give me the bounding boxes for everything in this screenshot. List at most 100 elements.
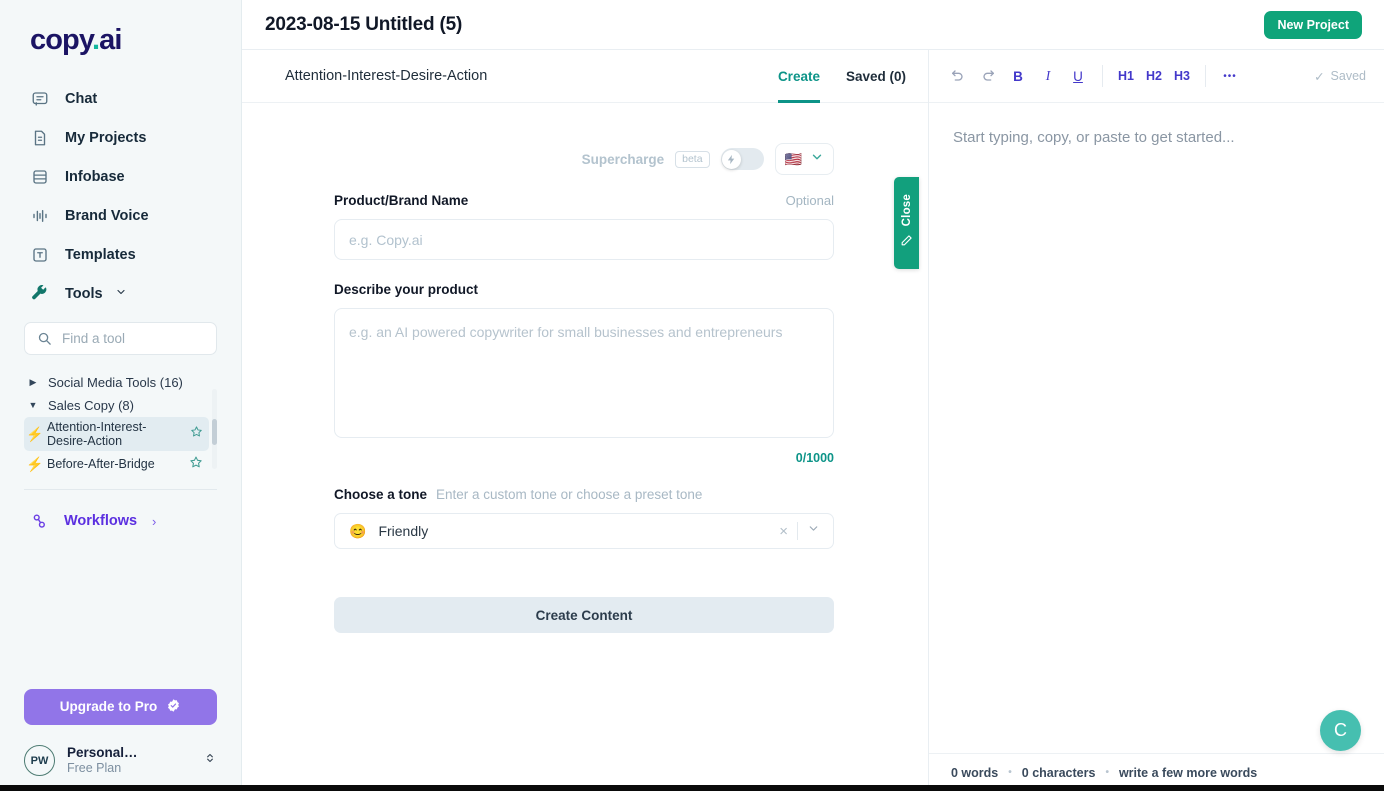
database-icon <box>30 167 49 186</box>
workflow-nodes-icon <box>30 512 49 531</box>
editor-panel: B I U H1 H2 H3 ••• ✓ Saved Start typing,… <box>929 49 1384 791</box>
tool-tree-scrollbar[interactable] <box>212 389 217 469</box>
chevron-right-icon: ▶ <box>29 377 37 387</box>
describe-product-textarea[interactable] <box>334 308 834 438</box>
logo[interactable]: copy.ai <box>0 0 241 75</box>
product-brand-name-input[interactable] <box>334 219 834 260</box>
sidebar-item-infobase[interactable]: Infobase <box>0 157 241 196</box>
upgrade-label: Upgrade to Pro <box>59 699 158 714</box>
sidebar-footer: Upgrade to Pro PW Personal… Free Plan <box>0 688 241 791</box>
sidebar-item-label: Infobase <box>65 168 125 185</box>
profile-name: Personal… <box>67 744 138 760</box>
heading-3-icon[interactable]: H3 <box>1168 61 1196 91</box>
sidebar-item-label: Chat <box>65 90 98 107</box>
main-area: 2023-08-15 Untitled (5) New Project Atte… <box>242 0 1384 791</box>
tool-form-panel: Attention-Interest-Desire-Action Create … <box>242 49 929 791</box>
sidebar-item-label: My Projects <box>65 129 147 146</box>
sidebar-item-label: Brand Voice <box>65 207 149 224</box>
close-panel-tab[interactable]: Close <box>894 177 919 269</box>
pencil-icon <box>900 234 913 252</box>
sidebar-divider <box>24 489 217 490</box>
tree-group-social-media-tools[interactable]: ▶ Social Media Tools (16) <box>24 371 209 394</box>
copy-ai-assistant-button[interactable]: C <box>1320 710 1361 751</box>
form-tabs: Create Saved (0) <box>777 50 906 103</box>
verified-badge-icon <box>166 698 181 716</box>
tool-search[interactable] <box>24 322 217 355</box>
workflows-label: Workflows <box>64 513 138 529</box>
tree-group-label: Sales Copy (8) <box>48 398 134 413</box>
app-root: copy.ai Chat My Projects Infobase Brand … <box>0 0 1384 791</box>
beta-badge: beta <box>675 150 710 168</box>
character-count: 0 characters <box>1021 765 1096 780</box>
tone-hint: Enter a custom tone or choose a preset t… <box>436 487 703 502</box>
heading-1-icon[interactable]: H1 <box>1112 61 1140 91</box>
tool-tree: ▶ Social Media Tools (16) ▼ Sales Copy (… <box>24 371 217 477</box>
lightning-bolt-icon <box>722 149 742 169</box>
sidebar: copy.ai Chat My Projects Infobase Brand … <box>0 0 242 791</box>
us-flag-icon: 🇺🇸 <box>784 151 802 167</box>
tab-create[interactable]: Create <box>777 50 820 103</box>
chat-bubble-icon <box>30 89 49 108</box>
upgrade-to-pro-button[interactable]: Upgrade to Pro <box>24 688 217 725</box>
bold-icon[interactable]: B <box>1003 61 1033 91</box>
sidebar-item-workflows[interactable]: Workflows › <box>0 500 241 542</box>
field-choose-a-tone: Choose a tone Enter a custom tone or cho… <box>334 487 834 549</box>
heading-2-icon[interactable]: H2 <box>1140 61 1168 91</box>
search-icon <box>37 329 52 348</box>
supercharge-toggle[interactable] <box>720 148 764 170</box>
field-optional-tag: Optional <box>785 193 834 208</box>
sidebar-item-label: Templates <box>65 246 136 263</box>
writing-hint: write a few more words <box>1118 765 1258 780</box>
field-label: Describe your product <box>334 282 479 297</box>
redo-icon[interactable] <box>973 61 1003 91</box>
sidebar-item-my-projects[interactable]: My Projects <box>0 118 241 157</box>
italic-icon[interactable]: I <box>1033 61 1063 91</box>
saved-label: Saved <box>1330 69 1366 83</box>
chevron-up-down-icon[interactable] <box>203 750 217 771</box>
editor-toolbar: B I U H1 H2 H3 ••• ✓ Saved <box>929 50 1384 103</box>
profile-switcher[interactable]: PW Personal… Free Plan <box>24 745 217 778</box>
language-selector[interactable]: 🇺🇸 <box>774 143 834 175</box>
top-bar: 2023-08-15 Untitled (5) New Project <box>242 0 1384 49</box>
search-input[interactable] <box>62 331 204 346</box>
profile-plan: Free Plan <box>67 761 122 776</box>
sidebar-item-templates[interactable]: Templates <box>0 235 241 274</box>
saved-status: ✓ Saved <box>1314 69 1366 84</box>
sidebar-item-brand-voice[interactable]: Brand Voice <box>0 196 241 235</box>
field-label: Product/Brand Name <box>334 193 469 208</box>
tool-item-attention-interest-desire-action[interactable]: ⚡ Attention-Interest-Desire-Action <box>24 417 209 451</box>
tone-select[interactable]: 😊 Friendly × <box>334 513 834 549</box>
editor-content-area[interactable]: Start typing, copy, or paste to get star… <box>929 103 1384 753</box>
tone-value: Friendly <box>378 523 429 539</box>
sidebar-nav: Chat My Projects Infobase Brand Voice Te… <box>0 75 241 314</box>
underline-icon[interactable]: U <box>1063 61 1093 91</box>
clear-icon[interactable]: × <box>770 524 797 539</box>
create-content-button[interactable]: Create Content <box>334 597 834 633</box>
separator-dot: • <box>1105 767 1109 778</box>
chevron-down-icon[interactable] <box>798 522 829 540</box>
tree-group-sales-copy[interactable]: ▼ Sales Copy (8) <box>24 394 209 417</box>
star-outline-icon[interactable] <box>190 425 203 443</box>
new-project-button[interactable]: New Project <box>1264 10 1362 39</box>
sidebar-item-label: Tools <box>65 286 103 302</box>
chevron-down-icon[interactable] <box>115 285 127 303</box>
wrench-icon <box>30 284 49 304</box>
sidebar-item-tools[interactable]: Tools <box>0 274 241 314</box>
tool-item-before-after-bridge[interactable]: ⚡ Before-After-Bridge <box>24 451 209 477</box>
supercharge-label: Supercharge <box>581 151 665 167</box>
page-title: 2023-08-15 Untitled (5) <box>265 13 463 35</box>
smiley-icon: 😊 <box>349 522 367 539</box>
divider <box>1102 65 1103 87</box>
tab-saved[interactable]: Saved (0) <box>846 50 906 103</box>
character-counter: 0/1000 <box>795 451 834 465</box>
lightning-bolt-icon: ⚡ <box>26 456 44 472</box>
tool-item-label: Before-After-Bridge <box>47 457 155 471</box>
close-tab-label: Close <box>900 194 913 227</box>
sidebar-item-chat[interactable]: Chat <box>0 79 241 118</box>
waveform-icon <box>30 206 49 225</box>
undo-icon[interactable] <box>943 61 973 91</box>
star-outline-icon[interactable] <box>189 455 203 474</box>
tool-title: Attention-Interest-Desire-Action <box>285 68 488 84</box>
more-options-icon[interactable]: ••• <box>1215 61 1245 91</box>
separator-dot: • <box>1008 767 1012 778</box>
